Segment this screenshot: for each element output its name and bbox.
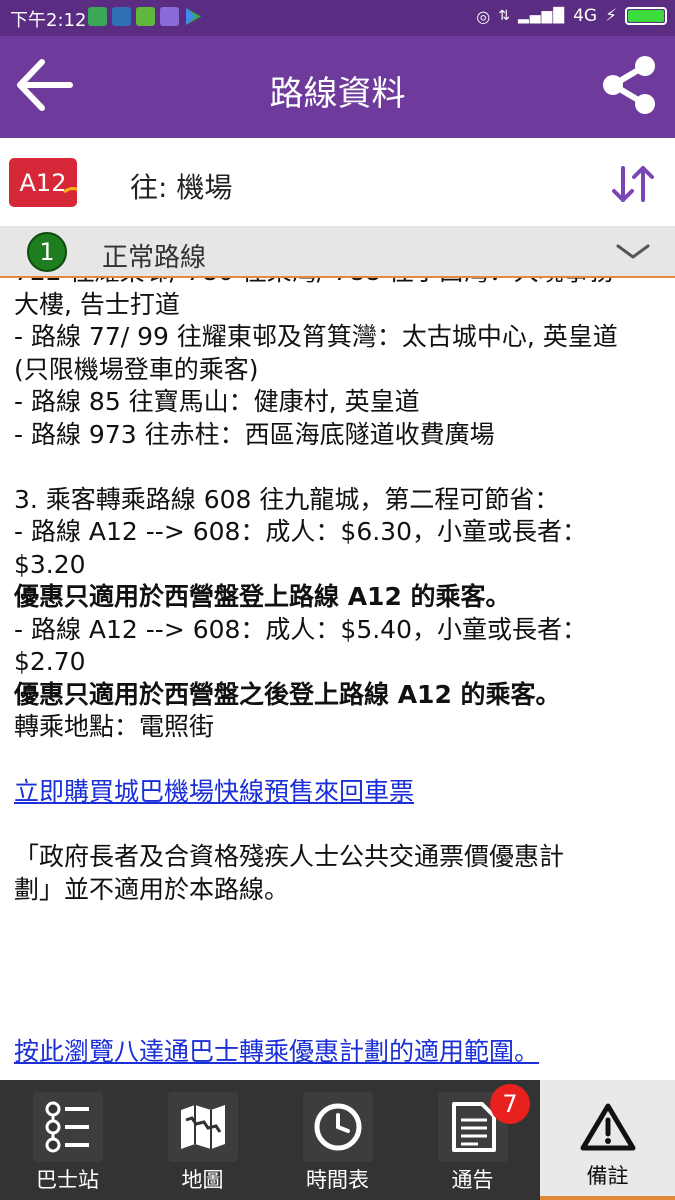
remarks-bold-text: 優惠只適用於西營盤之後登上路線 A12 的乘客。 <box>14 679 561 709</box>
route-number-badge: A12 <box>9 158 77 207</box>
nav-bus-stops[interactable]: 巴士站 <box>0 1080 135 1200</box>
data-arrows-icon: ⇅ <box>498 8 510 24</box>
play-store-icon <box>184 7 203 26</box>
bus-stop-list-icon <box>32 1092 103 1162</box>
status-bar: 下午2:12 ◎ ⇅ ▂▄▆█ 4G ⚡ <box>0 0 675 36</box>
remarks-line-bold: 優惠只適用於西營盤登上路線 A12 的乘客。 <box>14 581 664 614</box>
map-icon <box>167 1092 238 1162</box>
route-destination: 往: 機場 <box>130 171 233 204</box>
notice-count-badge: 7 <box>490 1084 530 1124</box>
remarks-line: 轉乘地點：電照街 <box>14 712 215 741</box>
status-notification-icons <box>88 7 203 26</box>
buy-ticket-link-line: 立即購買城巴機場快線預售來回車票 <box>14 776 664 809</box>
nav-label: 通告 <box>451 1168 494 1192</box>
route-variant-selector[interactable]: 1 正常路線 <box>0 226 675 278</box>
remarks-line: (只限機場登車的乘客) <box>14 354 259 384</box>
clipboard-icon <box>136 7 155 26</box>
route-number: A12 <box>19 168 67 197</box>
charging-icon: ⚡ <box>605 6 617 26</box>
remarks-content[interactable]: 722 往耀東邨/ 780 往柴灣/ 788 往小西灣：大境事務 大樓, 告士打… <box>0 278 675 1080</box>
variant-label: 正常路線 <box>102 243 207 273</box>
shield-icon <box>88 7 107 26</box>
buy-return-ticket-link[interactable]: 立即購買城巴機場快線預售來回車票 <box>14 777 414 806</box>
share-icon <box>603 56 655 114</box>
remarks-line: $3.20 <box>14 549 86 579</box>
app-bar: 路線資料 <box>0 36 675 138</box>
route-header: A12 往: 機場 <box>0 138 675 226</box>
share-button[interactable] <box>599 54 661 116</box>
remarks-line: $2.70 <box>14 647 86 676</box>
remarks-line: - 路線 A12 --> 608：成人：$6.30，小童或長者： <box>14 517 587 546</box>
battery-icon <box>625 7 667 25</box>
nav-label: 地圖 <box>181 1168 224 1192</box>
hotspot-icon: ◎ <box>476 6 491 26</box>
nav-label: 備註 <box>586 1164 629 1188</box>
remarks-line-bold: 優惠只適用於西營盤之後登上路線 A12 的乘客。 <box>14 679 664 712</box>
bottom-navigation: 巴士站 地圖 時間表 7 通告 備註 <box>0 1080 675 1200</box>
signal-icon: ▂▄▆█ <box>517 8 566 24</box>
nav-label: 巴士站 <box>36 1168 99 1192</box>
nav-map[interactable]: 地圖 <box>135 1080 270 1200</box>
remarks-line: 劃」並不適用於本路線。 <box>14 874 290 904</box>
remarks-line: 大樓, 告士打道 <box>14 289 180 319</box>
remarks-text: 722 往耀東邨/ 780 往柴灣/ 788 往小西灣：大境事務 大樓, 告士打… <box>14 278 664 1069</box>
octopus-link-line: 按此瀏覽八達通巴士轉乘優惠計劃的適用範圍。 <box>14 1036 664 1069</box>
remarks-line: - 路線 973 往赤柱：西區海底隧道收費廣場 <box>14 419 495 449</box>
nav-remarks[interactable]: 備註 <box>540 1080 675 1200</box>
remarks-line: 「政府長者及合資格殘疾人士公共交通票價優惠計 <box>14 842 565 871</box>
page-title: 路線資料 <box>269 74 406 114</box>
chevron-down-icon <box>615 242 651 262</box>
nav-label: 時間表 <box>306 1168 369 1192</box>
remarks-line: - 路線 85 往寶馬山：健康村, 英皇道 <box>14 387 420 416</box>
swap-direction-button[interactable] <box>611 164 655 204</box>
octopus-interchange-link[interactable]: 按此瀏覽八達通巴士轉乘優惠計劃的適用範圍。 <box>14 1037 539 1066</box>
network-type: 4G <box>573 6 598 26</box>
swap-vertical-icon <box>612 166 654 202</box>
clock-icon <box>302 1092 373 1162</box>
status-right: ◎ ⇅ ▂▄▆█ 4G ⚡ <box>476 6 667 26</box>
nav-timetable[interactable]: 時間表 <box>270 1080 405 1200</box>
remarks-bold-text: 優惠只適用於西營盤登上路線 A12 的乘客。 <box>14 582 511 611</box>
train-icon <box>112 7 131 26</box>
status-time: 下午2:12 <box>10 10 87 31</box>
remarks-line: - 路線 77/ 99 往耀東邨及筲箕灣：太古城中心, 英皇道 <box>14 322 618 351</box>
remarks-line: 3. 乘客轉乘路線 608 往九龍城，第二程可節省： <box>14 484 560 514</box>
remarks-line: - 路線 A12 --> 608：成人：$5.40，小童或長者： <box>14 614 587 644</box>
warning-icon <box>572 1092 643 1162</box>
variant-number-badge: 1 <box>27 232 67 272</box>
remarks-line: 722 往耀東邨/ 780 往柴灣/ 788 往小西灣：大境事務 <box>14 278 664 289</box>
nav-notices[interactable]: 7 通告 <box>405 1080 540 1200</box>
purple-app-icon <box>160 7 179 26</box>
